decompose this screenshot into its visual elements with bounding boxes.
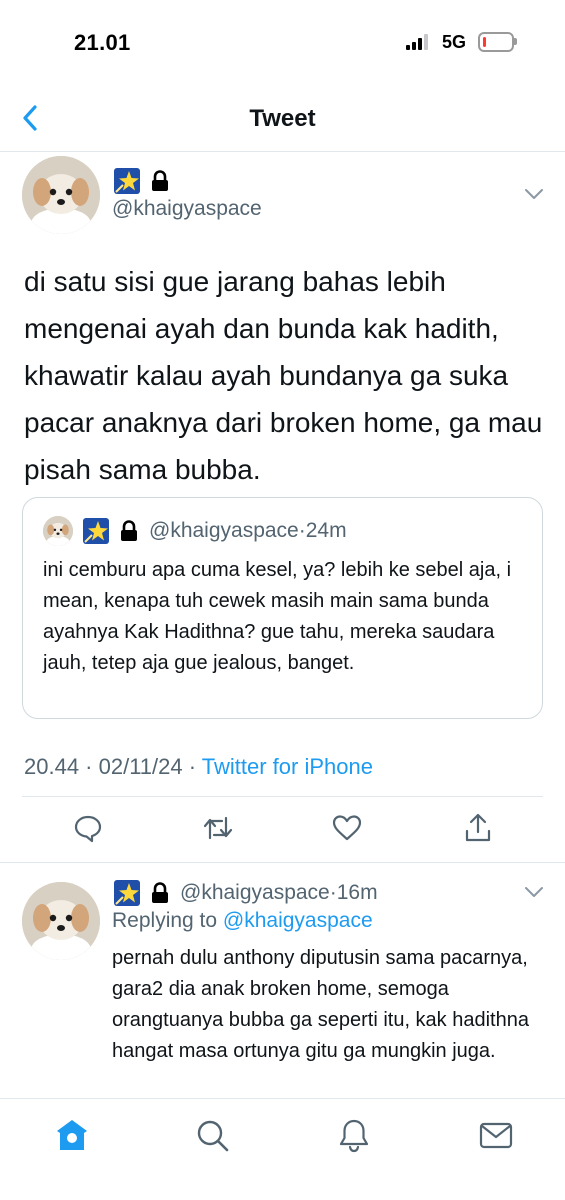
tweet-timestamp: 20.44 · 02/11/24 · <box>24 754 202 779</box>
tweet-source[interactable]: Twitter for iPhone <box>202 754 373 779</box>
quoted-tweet-header: @khaigyaspace·24m <box>43 516 347 546</box>
star-emoji-icon <box>114 168 140 194</box>
tweet-text: di satu sisi gue jarang bahas lebih meng… <box>24 266 543 485</box>
battery-cap <box>514 38 517 45</box>
network-label: 5G <box>442 32 467 52</box>
replying-to: Replying to @khaigyaspace <box>112 909 373 933</box>
author-handle[interactable]: @khaigyaspace <box>112 197 262 221</box>
share-icon[interactable] <box>462 812 494 844</box>
page-title: Tweet <box>249 105 316 132</box>
chevron-down-icon[interactable] <box>522 182 546 206</box>
star-emoji-icon <box>83 518 109 544</box>
replying-label: Replying to <box>112 909 223 932</box>
star-emoji-icon <box>114 880 140 906</box>
tweet-meta: 20.44 · 02/11/24 · Twitter for iPhone <box>24 754 373 780</box>
notifications-icon[interactable] <box>336 1117 372 1153</box>
quoted-avatar <box>43 516 73 546</box>
tweet-actions <box>0 812 565 852</box>
avatar[interactable] <box>22 156 100 234</box>
reply-author-badges: @khaigyaspace·16m <box>114 880 378 906</box>
quoted-text: ini cemburu apa cuma kesel, ya? lebih ke… <box>43 559 512 674</box>
divider <box>0 862 565 863</box>
nav-header: Tweet <box>0 86 565 152</box>
divider <box>22 796 543 797</box>
chevron-down-icon[interactable] <box>522 880 546 904</box>
reply-time: 16m <box>336 881 378 904</box>
retweet-icon[interactable] <box>202 812 234 844</box>
like-icon[interactable] <box>331 812 363 844</box>
signal-icon <box>406 34 434 50</box>
status-time: 21.01 <box>74 30 131 55</box>
search-icon[interactable] <box>194 1117 230 1153</box>
reply-avatar[interactable] <box>22 882 100 960</box>
messages-icon[interactable] <box>478 1117 514 1153</box>
reply-handle[interactable]: @khaigyaspace <box>180 881 330 904</box>
lock-icon <box>152 882 168 903</box>
home-icon[interactable] <box>54 1117 90 1153</box>
lock-icon <box>152 170 168 191</box>
battery-icon <box>478 32 514 52</box>
dot-separator: · <box>298 519 306 542</box>
status-bar: 21.01 5G <box>0 0 565 86</box>
replying-mention[interactable]: @khaigyaspace <box>223 909 373 932</box>
reply-text: pernah dulu anthony diputusin sama pacar… <box>112 947 529 1062</box>
lock-icon <box>121 520 137 541</box>
author-badges <box>114 168 170 194</box>
quoted-tweet[interactable]: @khaigyaspace·24m ini cemburu apa cuma k… <box>22 497 543 719</box>
quoted-handle: @khaigyaspace <box>149 519 299 542</box>
dot-separator: · <box>329 881 337 904</box>
quoted-time: 24m <box>305 519 347 542</box>
tab-bar <box>0 1098 565 1200</box>
reply-icon[interactable] <box>72 812 104 844</box>
